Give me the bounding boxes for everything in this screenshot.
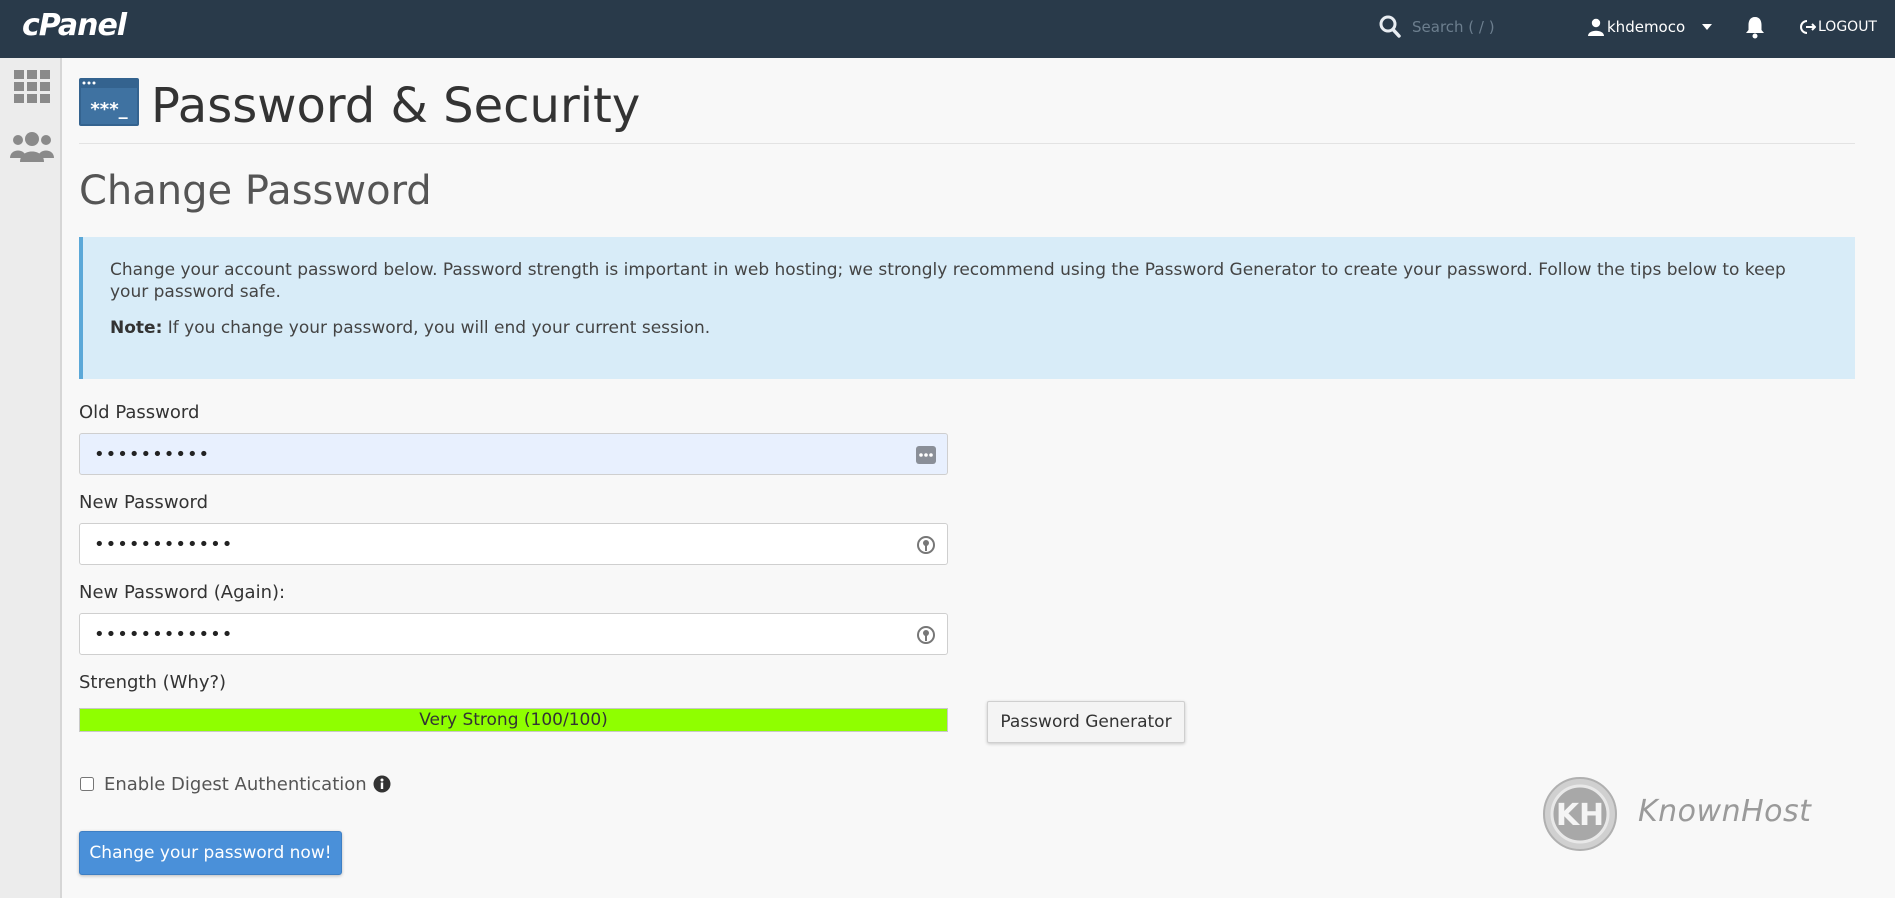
password-security-icon: ***_	[79, 78, 139, 126]
old-password-label: Old Password	[79, 402, 200, 423]
password-manager-icon[interactable]	[915, 444, 937, 466]
password-generator-button[interactable]: Password Generator	[987, 701, 1185, 743]
username-label: khdemoco	[1607, 18, 1686, 36]
cpanel-logo[interactable]: cPanel	[22, 8, 127, 43]
old-password-input[interactable]	[94, 434, 894, 474]
strength-label: Strength (Why?)	[79, 672, 227, 693]
old-password-field	[79, 433, 948, 475]
info-text: Change your account password below. Pass…	[110, 260, 1786, 302]
info-note: Note: If you change your password, you w…	[110, 317, 1829, 339]
search-icon[interactable]	[1378, 14, 1402, 40]
new-password-again-label: New Password (Again):	[79, 582, 286, 603]
strength-meter: Very Strong (100/100)	[79, 708, 948, 732]
logout-button[interactable]: LOGOUT	[1800, 15, 1877, 39]
logout-icon	[1800, 20, 1816, 34]
search-input[interactable]	[1412, 14, 1562, 40]
digest-auth-row: Enable Digest Authentication	[79, 772, 391, 796]
bell-icon[interactable]	[1744, 15, 1766, 39]
knownhost-brand: KnownHost	[1638, 794, 1812, 829]
page-title: Password & Security	[151, 78, 641, 134]
page-header: ***_ Password & Security	[79, 78, 1855, 144]
logout-label: LOGOUT	[1818, 19, 1877, 35]
user-menu[interactable]: khdemoco	[1588, 15, 1713, 39]
user-icon	[1588, 18, 1604, 36]
caret-down-icon	[1702, 24, 1713, 30]
grid-icon[interactable]	[14, 70, 50, 104]
note-text: If you change your password, you will en…	[167, 318, 711, 338]
digest-auth-checkbox[interactable]	[80, 777, 94, 791]
new-password-label: New Password	[79, 492, 209, 513]
users-icon[interactable]	[10, 130, 54, 164]
knownhost-logo-text: KH	[1556, 798, 1604, 833]
top-navbar: cPanel khdemoco LOGOUT	[0, 0, 1895, 58]
key-icon[interactable]	[915, 624, 937, 646]
strength-text: Very Strong (100/100)	[419, 710, 608, 730]
key-icon[interactable]	[915, 534, 937, 556]
section-title: Change Password	[79, 168, 432, 214]
new-password-field	[79, 523, 948, 565]
note-label: Note:	[110, 318, 163, 338]
page-icon-text: ***_	[90, 99, 127, 120]
new-password-again-field	[79, 613, 948, 655]
info-icon[interactable]	[373, 775, 391, 793]
digest-auth-label[interactable]: Enable Digest Authentication	[104, 774, 367, 795]
change-password-button[interactable]: Change your password now!	[79, 831, 342, 875]
knownhost-watermark: KH KnownHost	[1542, 776, 1852, 852]
new-password-input[interactable]	[94, 524, 894, 564]
sidebar	[0, 58, 62, 898]
knownhost-logo-icon: KH	[1543, 777, 1617, 851]
new-password-again-input[interactable]	[94, 614, 894, 654]
info-alert: Change your account password below. Pass…	[79, 237, 1855, 379]
